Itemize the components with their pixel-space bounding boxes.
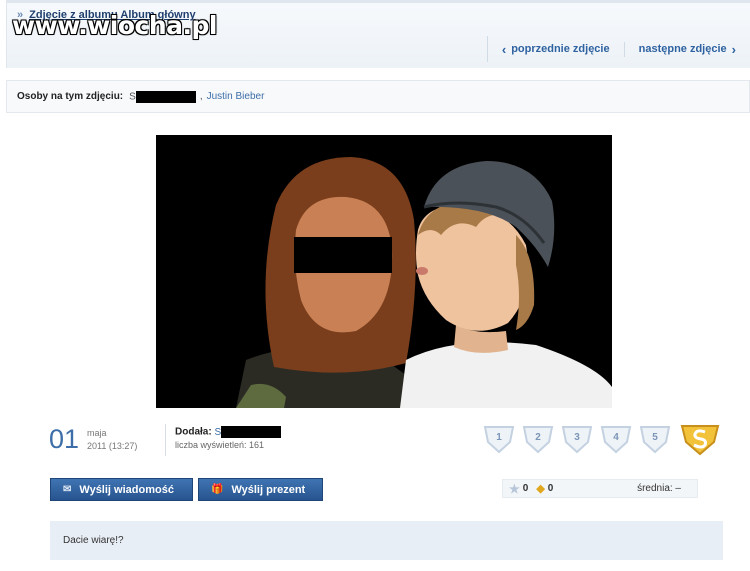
date-divider <box>165 424 166 456</box>
tagged-person-1-initial: S <box>129 91 136 103</box>
previous-photo-label: poprzednie zdjęcie <box>511 43 610 55</box>
super-shield-small-icon: ◆ <box>536 483 545 495</box>
rate-4-button[interactable]: 4 <box>599 424 633 454</box>
super-count-value: 0 <box>547 483 554 494</box>
super-rating-button[interactable] <box>680 422 720 456</box>
super-count: ◆ 0 <box>536 482 553 495</box>
previous-photo-link[interactable]: ‹ poprzednie zdjęcie <box>488 42 624 57</box>
uploader-initial: S <box>214 426 222 438</box>
send-message-button[interactable]: ✉ Wyślij wiadomość <box>50 478 193 501</box>
rating-shields: 1 2 3 4 5 <box>482 422 720 456</box>
rate-5-label: 5 <box>652 432 658 443</box>
envelope-icon: ✉ <box>63 484 72 495</box>
next-photo-label: następne zdjęcie <box>638 43 727 55</box>
uploader-name-link[interactable]: S <box>214 426 282 438</box>
gift-icon: 🎁 <box>211 484 224 495</box>
rate-1-button[interactable]: 1 <box>482 424 516 454</box>
next-photo-link[interactable]: następne zdjęcie › <box>623 41 750 57</box>
rating-stats: ★ 0 ◆ 0 średnia: – <box>502 479 698 498</box>
photo-illustration <box>156 135 612 408</box>
rate-1-label: 1 <box>496 432 502 443</box>
rate-2-label: 2 <box>535 432 541 443</box>
photo-description: Dacie wiarę!? <box>50 521 723 560</box>
upload-date-year-time: 2011 (13:27) <box>87 441 138 451</box>
upload-date-day: 01 <box>49 424 80 454</box>
rate-2-button[interactable]: 2 <box>521 424 555 454</box>
send-gift-button[interactable]: 🎁 Wyślij prezent <box>198 478 323 501</box>
view-count: liczba wyświetleń: 161 <box>175 440 265 450</box>
rate-3-button[interactable]: 3 <box>560 424 594 454</box>
uploader-label: Dodała: <box>175 426 212 438</box>
tagged-people-separator: , <box>199 91 203 102</box>
redaction-bar <box>221 426 282 438</box>
star-icon: ★ <box>509 481 520 496</box>
tagged-person-2-link[interactable]: Justin Bieber <box>207 91 265 102</box>
upload-date-month: maja <box>87 428 107 438</box>
tagged-people-label: Osoby na tym zdjęciu: <box>17 91 124 102</box>
rate-3-label: 3 <box>574 432 580 443</box>
photo-page: » Zdjęcie z albumu Album główny ‹ poprzed… <box>0 0 750 571</box>
send-message-label: Wyślij wiadomość <box>79 483 174 496</box>
site-watermark: www.wiocha.pl <box>12 11 217 40</box>
uploader-info: Dodała: S <box>175 426 282 438</box>
chevron-left-icon: ‹ <box>501 41 507 57</box>
send-gift-label: Wyślij prezent <box>231 483 306 496</box>
star-count-value: 0 <box>522 483 529 494</box>
redaction-bar <box>135 90 196 103</box>
tagged-person-1[interactable]: S <box>129 90 196 103</box>
average-rating: średnia: – <box>637 483 681 494</box>
rate-5-button[interactable]: 5 <box>638 424 672 454</box>
star-count: ★ 0 <box>509 482 528 496</box>
photo-navigation: ‹ poprzednie zdjęcie następne zdjęcie › <box>486 36 750 62</box>
photo-description-text: Dacie wiarę!? <box>63 535 124 546</box>
tagged-people-bar: Osoby na tym zdjęciu: S , Justin Bieber <box>6 80 750 113</box>
super-shield-icon <box>680 425 720 456</box>
chevron-right-icon: › <box>731 41 736 57</box>
main-photo[interactable] <box>156 135 612 408</box>
rate-4-label: 4 <box>613 432 619 443</box>
